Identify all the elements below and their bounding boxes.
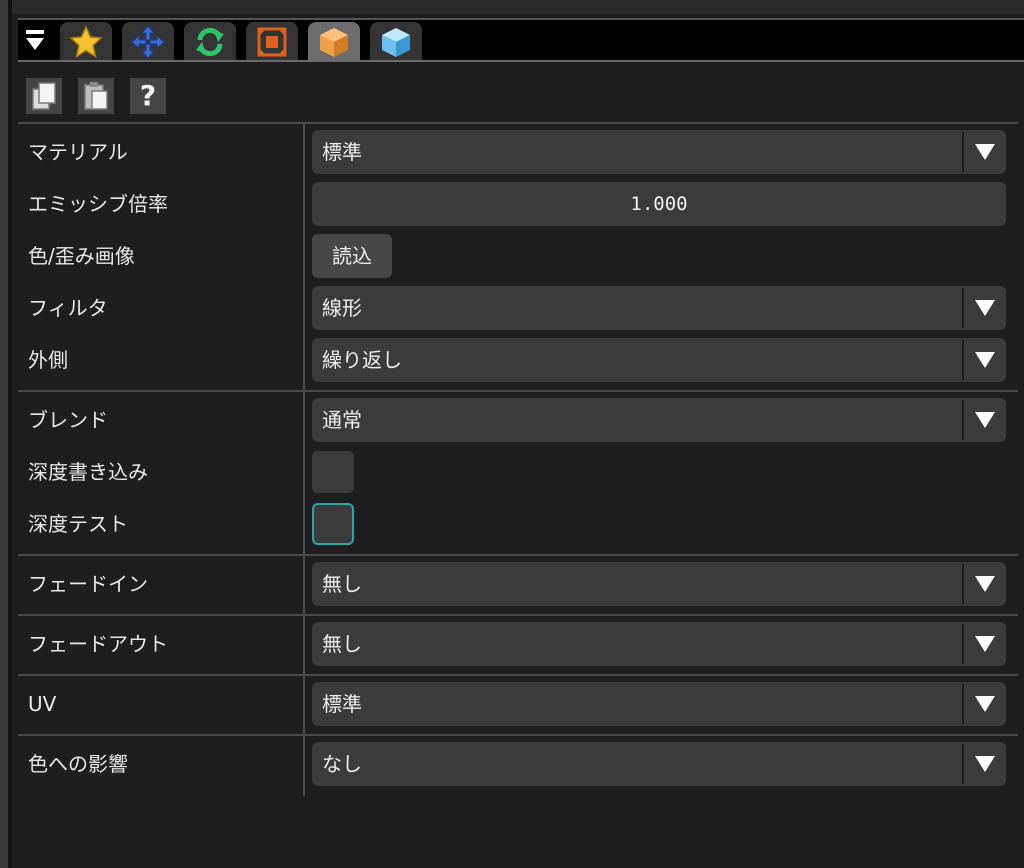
uv-select[interactable]: 標準	[312, 682, 1006, 726]
blue-cube-icon	[382, 28, 410, 57]
chevron-down-icon	[962, 744, 1006, 784]
tab-material[interactable]	[308, 22, 360, 62]
orange-cube-icon	[320, 28, 348, 57]
chevron-down-icon	[962, 400, 1006, 440]
divider	[18, 390, 1018, 392]
move-arrows-icon	[131, 25, 165, 59]
tab-rotate[interactable]	[184, 22, 236, 62]
help-button[interactable]: ?	[130, 78, 166, 114]
column-divider	[303, 124, 305, 796]
fade-out-value: 無し	[322, 632, 362, 656]
chevron-down-icon	[962, 132, 1006, 172]
left-edge-bar	[0, 0, 8, 868]
material-properties-panel: マテリアル 標準 エミッシブ倍率 1.000 色/歪み画像 読込 フィルタ 線形…	[18, 122, 1024, 796]
chevron-down-icon	[962, 564, 1006, 604]
divider	[18, 614, 1018, 616]
divider	[18, 554, 1018, 556]
label-image: 色/歪み画像	[28, 244, 135, 268]
fade-out-select[interactable]: 無し	[312, 622, 1006, 666]
label-uv: UV	[28, 692, 57, 716]
filter-value: 線形	[322, 296, 362, 320]
divider	[18, 122, 1018, 124]
chevron-down-icon	[962, 288, 1006, 328]
uv-value: 標準	[322, 692, 362, 716]
label-filter: フィルタ	[28, 296, 108, 320]
label-color-influence: 色への影響	[28, 752, 128, 776]
collapse-toggle[interactable]	[24, 28, 46, 54]
rotate-icon	[196, 27, 224, 57]
divider	[18, 734, 1018, 736]
outside-select[interactable]: 繰り返し	[312, 338, 1006, 382]
label-depth-test: 深度テスト	[28, 512, 128, 536]
label-outside: 外側	[28, 348, 68, 372]
emissive-input[interactable]: 1.000	[312, 182, 1006, 226]
depth-test-checkbox[interactable]	[312, 503, 354, 545]
divider	[18, 674, 1018, 676]
paste-icon	[84, 82, 108, 110]
scale-icon	[257, 27, 287, 57]
top-strip	[0, 0, 1024, 14]
tab-object[interactable]	[370, 22, 422, 62]
tab-favorites[interactable]	[60, 22, 112, 62]
paste-button[interactable]	[78, 78, 114, 114]
load-image-button[interactable]: 読込	[312, 234, 392, 278]
tab-bar	[18, 18, 1024, 62]
star-icon	[69, 25, 103, 59]
blend-select[interactable]: 通常	[312, 398, 1006, 442]
left-edge-shadow	[8, 0, 12, 868]
material-value: 標準	[322, 140, 362, 164]
color-influence-value: なし	[322, 752, 362, 776]
copy-icon	[32, 82, 56, 110]
fade-in-value: 無し	[322, 572, 362, 596]
label-blend: ブレンド	[28, 408, 108, 432]
chevron-down-icon	[962, 340, 1006, 380]
blend-value: 通常	[322, 408, 362, 432]
label-emissive: エミッシブ倍率	[28, 192, 168, 216]
chevron-down-icon	[962, 684, 1006, 724]
label-fade-in: フェードイン	[28, 572, 148, 596]
color-influence-select[interactable]: なし	[312, 742, 1006, 786]
depth-write-checkbox[interactable]	[312, 451, 354, 493]
label-fade-out: フェードアウト	[28, 632, 168, 656]
tab-scale[interactable]	[246, 22, 298, 62]
label-material: マテリアル	[28, 140, 128, 164]
outside-value: 繰り返し	[322, 348, 402, 372]
filter-select[interactable]: 線形	[312, 286, 1006, 330]
material-select[interactable]: 標準	[312, 130, 1006, 174]
fade-in-select[interactable]: 無し	[312, 562, 1006, 606]
copy-button[interactable]	[26, 78, 62, 114]
label-depth-write: 深度書き込み	[28, 460, 148, 484]
tab-bar-divider	[18, 60, 1024, 62]
chevron-down-icon	[962, 624, 1006, 664]
tab-translate[interactable]	[122, 22, 174, 62]
help-icon: ?	[139, 79, 157, 112]
collapse-triangle-icon	[26, 30, 44, 50]
